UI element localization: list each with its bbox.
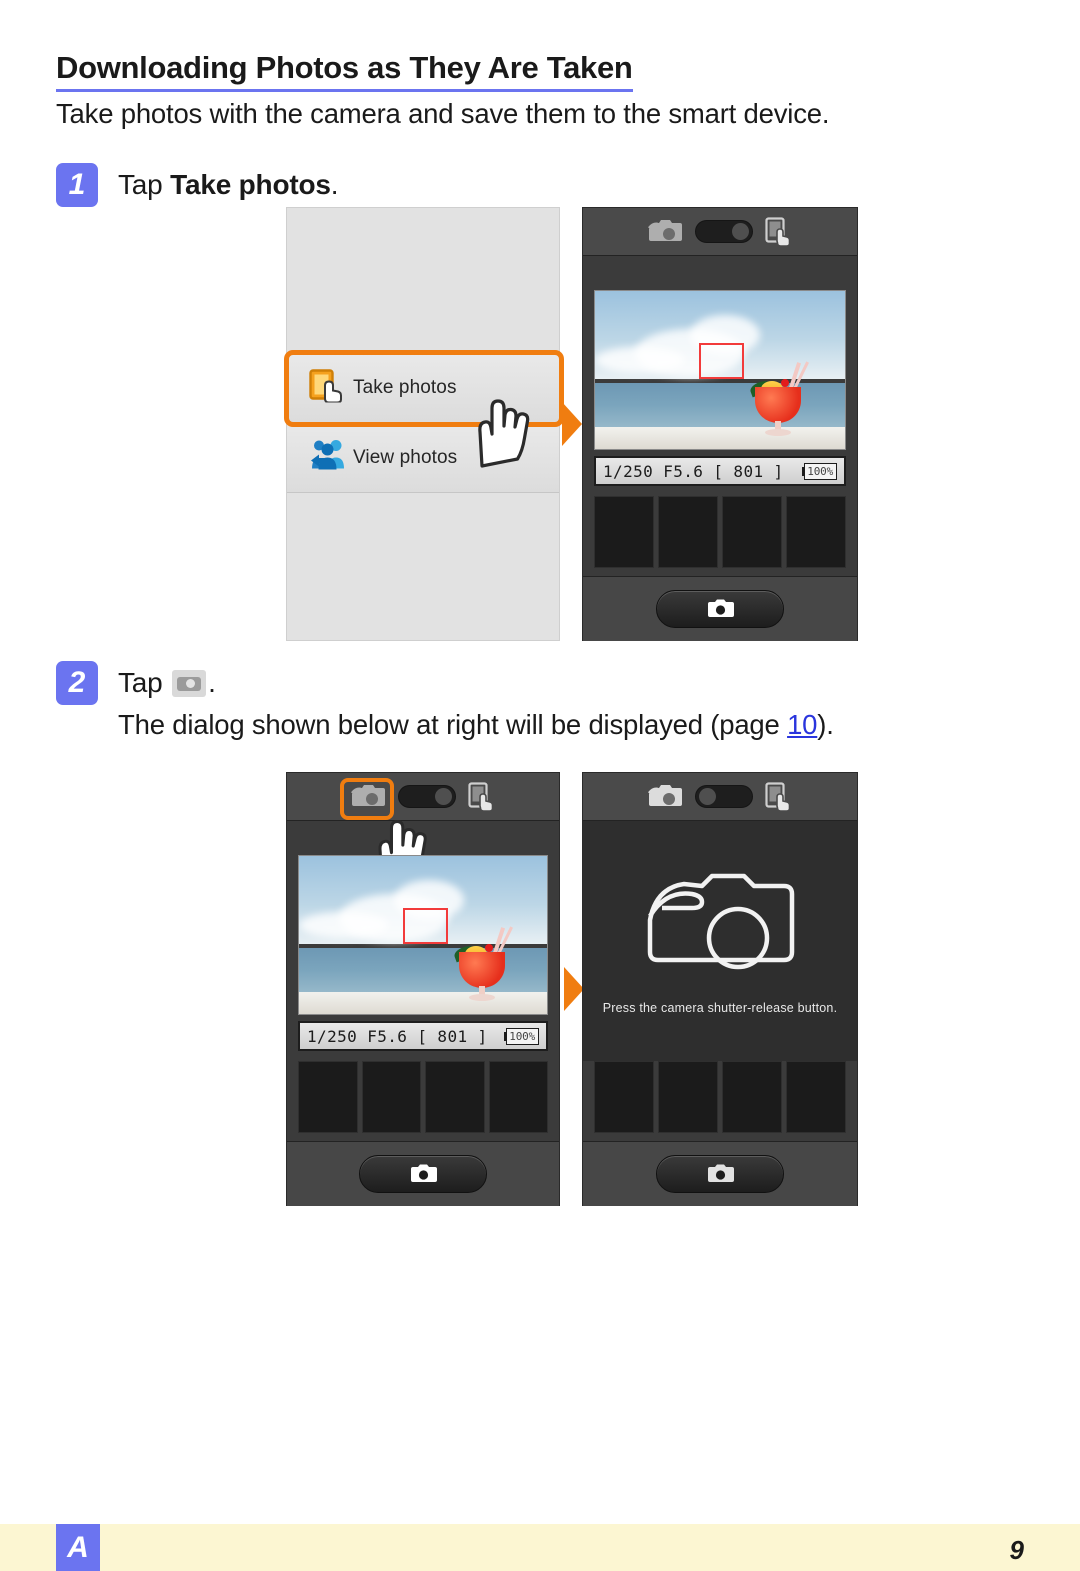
battery-indicator: 100% <box>802 462 837 480</box>
step-2: 2 Tap . The dialog shown below at right … <box>56 661 1056 761</box>
dialog-screen: Press the camera shutter-release button. <box>582 772 858 1206</box>
thumbnail-slot[interactable] <box>722 496 782 568</box>
intro-text: Take photos with the camera and save the… <box>56 98 830 129</box>
thumbnail-slot[interactable] <box>594 1061 654 1133</box>
step-2-trailing: . <box>208 667 216 698</box>
smart-device-icon[interactable] <box>765 781 793 812</box>
viewfinder-2 <box>298 855 548 1015</box>
page-reference-link[interactable]: 10 <box>787 709 817 740</box>
take-photos-icon <box>309 369 345 408</box>
step-1: 1 Tap Take photos. <box>56 163 956 213</box>
exposure-info-bar-2: 1/250 F5.6 [ 801 ] 100% <box>298 1021 548 1051</box>
exposure-info-bar-1: 1/250 F5.6 [ 801 ] 100% <box>594 456 846 486</box>
shutter-bar-3 <box>583 1141 857 1206</box>
shutter-release-button[interactable] <box>656 590 784 628</box>
menu-item-view-photos[interactable]: View photos <box>287 423 559 493</box>
thumbnail-slot[interactable] <box>722 1061 782 1133</box>
glass-bowl <box>459 952 505 988</box>
step-2-detail-after: ). <box>817 709 834 740</box>
step-1-badge: 1 <box>56 163 98 207</box>
step-2-detail: The dialog shown below at right will be … <box>118 709 834 741</box>
dialog-caption: Press the camera shutter-release button. <box>602 1000 838 1015</box>
camera-icon <box>172 670 207 697</box>
cloud <box>595 347 685 373</box>
camera-outline-icon <box>642 868 798 991</box>
shutter-bar-1 <box>583 576 857 641</box>
exposure-values: 1/250 F5.6 [ 801 ] <box>307 1026 488 1046</box>
shutter-bar-2 <box>287 1141 559 1206</box>
camera-glyph-icon <box>707 1164 734 1182</box>
thumbnail-slot[interactable] <box>658 1061 718 1133</box>
camera-live-view-screen-1: 1/250 F5.6 [ 801 ] 100% <box>582 207 858 641</box>
footer-band <box>0 1524 1080 1571</box>
exposure-values: 1/250 F5.6 [ 801 ] <box>603 461 784 481</box>
battery-level: 100% <box>804 462 837 480</box>
toggle-knob <box>435 788 452 805</box>
toggle-knob <box>732 223 749 240</box>
dialog-topbar <box>583 773 857 821</box>
thumbnail-strip-1 <box>594 496 846 568</box>
toggle-knob <box>699 788 716 805</box>
drink-subject <box>445 924 519 1004</box>
glass-foot <box>469 994 495 1001</box>
menu-item-take-photos[interactable]: Take photos <box>287 353 559 423</box>
menu-item-view-photos-label: View photos <box>353 447 458 468</box>
shutter-release-button[interactable] <box>359 1155 487 1193</box>
orange-arrow-right-2 <box>564 967 584 1011</box>
glass-foot <box>765 429 791 436</box>
smart-device-icon[interactable] <box>468 781 496 812</box>
step-1-lead: Tap <box>118 169 171 200</box>
battery-indicator: 100% <box>504 1027 539 1045</box>
viewfinder-1 <box>594 290 846 450</box>
footer-section-badge: A <box>56 1524 100 1571</box>
thumbnail-slot[interactable] <box>488 1061 548 1133</box>
dialog-message-area: Press the camera shutter-release button. <box>583 821 857 1061</box>
thumbnail-slot[interactable] <box>786 1061 846 1133</box>
remote-camera-icon[interactable] <box>647 784 683 810</box>
mode-toggle-1[interactable] <box>695 220 753 243</box>
page-title: Downloading Photos as They Are Taken <box>56 50 633 92</box>
menu-item-take-photos-label: Take photos <box>353 377 457 398</box>
page-number: 9 <box>1009 1535 1024 1565</box>
view-photos-icon <box>309 439 347 478</box>
step-1-instruction: Tap Take photos. <box>118 169 339 201</box>
thumbnail-slot[interactable] <box>658 496 718 568</box>
mode-toggle-3[interactable] <box>695 785 753 808</box>
camera-glyph-icon <box>707 599 734 617</box>
step-1-trailing: . <box>330 169 339 200</box>
mode-toggle-2[interactable] <box>398 785 456 808</box>
thumbnail-strip-3 <box>594 1061 846 1133</box>
thumbnail-strip-2 <box>298 1061 548 1133</box>
thumbnail-slot[interactable] <box>361 1061 421 1133</box>
cherry-garnish <box>485 944 493 952</box>
drink-subject <box>741 359 815 439</box>
thumbnail-slot[interactable] <box>786 496 846 568</box>
step-2-badge: 2 <box>56 661 98 705</box>
camera-topbar-2 <box>287 773 559 821</box>
remote-camera-icon[interactable] <box>350 784 386 810</box>
thumbnail-slot[interactable] <box>425 1061 485 1133</box>
menu-screen: Take photos View photos <box>284 207 564 641</box>
glass-bowl <box>755 387 801 423</box>
step-2-lead: Tap <box>118 667 171 698</box>
battery-level: 100% <box>506 1027 539 1045</box>
cloud <box>299 912 389 938</box>
af-area-box <box>403 908 448 944</box>
orange-arrow-right-1 <box>562 402 582 446</box>
thumbnail-slot[interactable] <box>594 496 654 568</box>
step-1-target: Take photos <box>170 169 331 200</box>
step-2-detail-before: The dialog shown below at right will be … <box>118 709 788 740</box>
camera-live-view-screen-2: 1/250 F5.6 [ 801 ] 100% <box>286 772 560 1206</box>
step-2-instruction: Tap . <box>118 667 216 699</box>
af-area-box <box>699 343 744 379</box>
camera-glyph-icon <box>410 1164 437 1182</box>
smart-device-icon[interactable] <box>765 216 793 247</box>
remote-camera-icon[interactable] <box>647 219 683 245</box>
thumbnail-slot[interactable] <box>298 1061 358 1133</box>
camera-topbar-1 <box>583 208 857 256</box>
cherry-garnish <box>781 379 789 387</box>
shutter-release-button[interactable] <box>656 1155 784 1193</box>
